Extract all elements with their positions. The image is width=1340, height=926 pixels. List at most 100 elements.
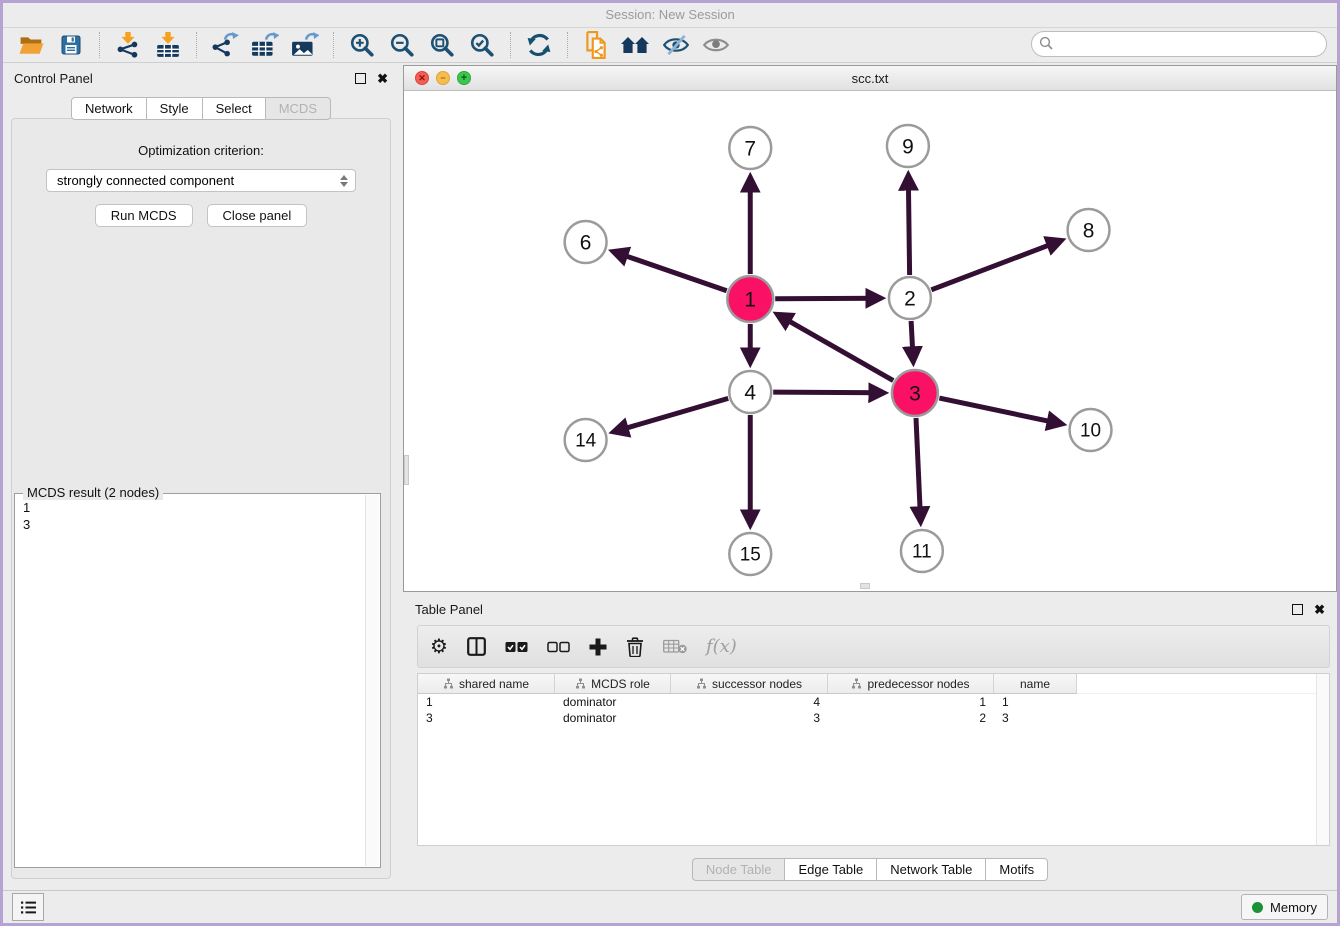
column-header-predecessor-nodes[interactable]: predecessor nodes <box>828 674 994 694</box>
cell-predecessor-nodes: 2 <box>828 711 994 725</box>
toolbar-separator <box>567 32 568 58</box>
zoom-out-icon[interactable] <box>386 31 418 59</box>
tab-motifs[interactable]: Motifs <box>986 858 1048 881</box>
close-panel-button[interactable]: Close panel <box>207 204 308 227</box>
cell-predecessor-nodes: 1 <box>828 695 994 709</box>
network-window-titlebar[interactable]: scc.txt ✕ − + <box>404 66 1336 91</box>
memory-status-icon <box>1252 902 1263 913</box>
add-column-icon[interactable] <box>589 638 607 656</box>
import-table-icon[interactable] <box>152 31 184 59</box>
optimization-criterion-label: Optimization criterion: <box>12 143 390 158</box>
main-toolbar <box>3 28 1337 63</box>
table-row[interactable]: 1dominator411 <box>418 694 1329 710</box>
float-table-panel-icon[interactable] <box>1292 604 1303 615</box>
graph-edge-1-6[interactable] <box>614 252 727 291</box>
tab-network[interactable]: Network <box>71 97 147 120</box>
open-session-icon[interactable] <box>15 31 47 59</box>
column-header-mcds-role[interactable]: MCDS role <box>555 674 671 694</box>
mcds-panel: Optimization criterion: strongly connect… <box>11 118 391 879</box>
column-label: MCDS role <box>591 677 650 691</box>
refresh-icon[interactable] <box>523 31 555 59</box>
delete-table-icon[interactable] <box>663 639 687 654</box>
function-builder-icon[interactable]: f(x) <box>706 636 737 657</box>
tab-network-table[interactable]: Network Table <box>877 858 986 881</box>
graph-edge-2-8[interactable] <box>931 241 1060 290</box>
graph-edge-4-14[interactable] <box>614 398 728 431</box>
graph-node-label-11: 11 <box>912 542 932 563</box>
column-header-successor-nodes[interactable]: successor nodes <box>671 674 828 694</box>
cell-mcds-role: dominator <box>555 695 671 709</box>
toolbar-separator <box>510 32 511 58</box>
graph-edge-2-3[interactable] <box>911 321 913 361</box>
cell-mcds-role: dominator <box>555 711 671 725</box>
dropdown-stepper-icon <box>340 175 348 187</box>
table-panel-title: Table Panel <box>415 602 483 617</box>
hide-graphics-details-icon[interactable] <box>660 31 692 59</box>
toolbar-separator <box>333 32 334 58</box>
hierarchy-icon <box>575 678 586 689</box>
column-header-name[interactable]: name <box>994 674 1077 694</box>
zoom-selected-icon[interactable] <box>466 31 498 59</box>
close-table-panel-icon[interactable]: ✖ <box>1314 603 1325 616</box>
window-minimize-icon[interactable]: − <box>436 71 450 85</box>
clone-network-icon[interactable] <box>580 31 612 59</box>
graph-edge-4-3[interactable] <box>773 392 883 393</box>
splitter-handle-horizontal[interactable] <box>860 583 870 589</box>
window-frame <box>0 0 1340 3</box>
splitter-handle-vertical[interactable] <box>404 455 409 485</box>
graph-edge-3-11[interactable] <box>916 418 921 521</box>
table-row[interactable]: 3dominator323 <box>418 710 1329 726</box>
table-settings-icon[interactable]: ⚙ <box>430 637 448 657</box>
graph-edge-3-1[interactable] <box>778 315 893 381</box>
hierarchy-icon <box>443 678 454 689</box>
hierarchy-icon <box>851 678 862 689</box>
tab-mcds[interactable]: MCDS <box>266 97 331 120</box>
graph-node-label-7: 7 <box>744 137 756 160</box>
toolbar-separator <box>99 32 100 58</box>
graph-node-label-1: 1 <box>744 288 756 311</box>
graph-edge-2-9[interactable] <box>908 176 909 275</box>
save-session-icon[interactable] <box>55 31 87 59</box>
tab-select[interactable]: Select <box>203 97 266 120</box>
graph-node-label-2: 2 <box>904 287 916 310</box>
window-maximize-icon[interactable]: + <box>457 71 471 85</box>
cell-successor-nodes: 3 <box>671 711 828 725</box>
control-panel: Control Panel ✖ NetworkStyleSelectMCDS O… <box>3 63 399 889</box>
tab-node-table[interactable]: Node Table <box>692 858 786 881</box>
zoom-in-icon[interactable] <box>346 31 378 59</box>
float-panel-icon[interactable] <box>355 73 366 84</box>
zoom-fit-icon[interactable] <box>426 31 458 59</box>
split-view-icon[interactable] <box>467 637 486 656</box>
task-history-button[interactable] <box>12 893 44 921</box>
column-header-shared-name[interactable]: shared name <box>418 674 555 694</box>
window-close-icon[interactable]: ✕ <box>415 71 429 85</box>
result-scrollbar[interactable] <box>365 495 379 866</box>
network-canvas[interactable]: 7968124314101511 <box>404 91 1336 592</box>
graph-edge-1-2[interactable] <box>775 298 880 299</box>
optimization-criterion-select[interactable]: strongly connected component <box>46 169 356 192</box>
network-graph[interactable]: 7968124314101511 <box>404 91 1336 592</box>
import-network-icon[interactable] <box>112 31 144 59</box>
graph-edge-3-10[interactable] <box>939 398 1061 424</box>
memory-label: Memory <box>1270 900 1317 915</box>
search-icon <box>1039 36 1054 51</box>
memory-button[interactable]: Memory <box>1241 894 1328 920</box>
run-mcds-button[interactable]: Run MCDS <box>95 204 193 227</box>
delete-column-icon[interactable] <box>626 637 644 657</box>
tab-style[interactable]: Style <box>147 97 203 120</box>
column-label: name <box>1020 677 1050 691</box>
export-image-icon[interactable] <box>289 31 321 59</box>
tab-edge-table[interactable]: Edge Table <box>785 858 877 881</box>
export-network-icon[interactable] <box>209 31 241 59</box>
show-graphics-details-icon[interactable] <box>700 31 732 59</box>
graph-node-label-6: 6 <box>580 231 592 254</box>
close-panel-icon[interactable]: ✖ <box>377 72 388 85</box>
table-scrollbar[interactable] <box>1316 674 1329 845</box>
graph-node-label-4: 4 <box>744 381 756 404</box>
table-header-row: shared name MCDS role successor nodesprede… <box>418 674 1329 694</box>
search-input[interactable] <box>1031 31 1327 57</box>
preferred-layout-icon[interactable] <box>620 31 652 59</box>
export-table-icon[interactable] <box>249 31 281 59</box>
select-all-checkboxes-icon[interactable] <box>505 641 528 653</box>
deselect-all-checkboxes-icon[interactable] <box>547 641 570 653</box>
